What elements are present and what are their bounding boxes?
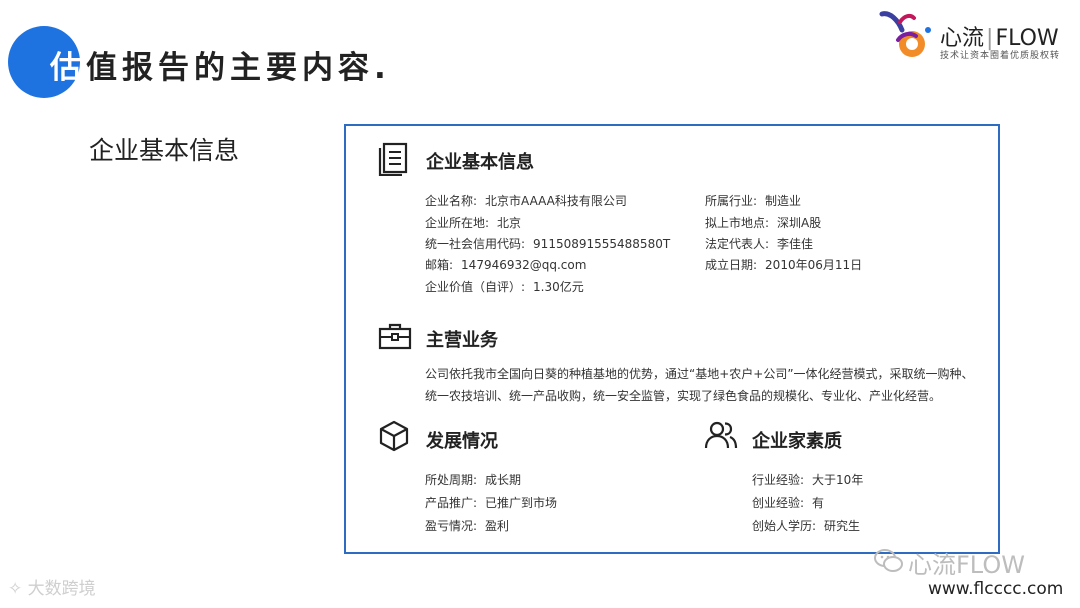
info-value: 147946932@qq.com (461, 258, 587, 272)
info-row: 行业经验: 大于10年 (752, 471, 863, 488)
info-value: 北京 (497, 216, 522, 230)
page-title-text: 估值报告的主要内容. (50, 42, 391, 87)
basic-info-title: 企业基本信息 (426, 152, 534, 173)
info-label: 邮箱: (425, 258, 454, 272)
info-row: 企业所在地: 北京 (425, 214, 521, 231)
wechat-watermark: 心流FLOW (908, 551, 1025, 579)
info-row: 统一社会信用代码: 91150891555488580T (425, 235, 670, 252)
info-row: 创始人学历: 研究生 (752, 517, 860, 534)
wechat-icon (874, 549, 903, 572)
info-row: 成立日期: 2010年06月11日 (705, 256, 862, 273)
title-first-char: 估 (50, 50, 86, 86)
info-row: 企业价值（自评）: 1.30亿元 (425, 278, 584, 295)
info-value: 有 (812, 496, 825, 510)
info-label: 企业名称: (425, 194, 478, 208)
info-row: 邮箱: 147946932@qq.com (425, 256, 586, 273)
business-title: 主营业务 (426, 330, 498, 351)
info-row: 拟上市地点: 深圳A股 (705, 214, 821, 231)
watermark-text: 大数跨境 (27, 579, 96, 599)
info-label: 行业经验: (752, 473, 805, 487)
info-value: 制造业 (765, 194, 802, 208)
info-label: 统一社会信用代码: (425, 237, 526, 251)
info-value: 盈利 (485, 519, 510, 533)
info-row: 法定代表人: 李佳佳 (705, 235, 813, 252)
info-label: 所属行业: (705, 194, 758, 208)
info-value: 1.30亿元 (533, 280, 584, 294)
cube-icon (379, 420, 409, 452)
info-label: 法定代表人: (705, 237, 770, 251)
info-value: 北京市AAAA科技有限公司 (485, 194, 627, 208)
info-value: 2010年06月11日 (765, 258, 863, 272)
title-rest: 值报告的主要内容. (86, 50, 391, 86)
brand-slogan: 技术让资本圈着优质股权转 (940, 51, 1061, 61)
development-title: 发展情况 (426, 431, 498, 452)
info-value: 大于10年 (812, 473, 864, 487)
info-value: 91150891555488580T (533, 237, 671, 251)
watermark-logo-icon: ✧ (8, 579, 28, 599)
info-row: 所属行业: 制造业 (705, 192, 801, 209)
info-label: 企业所在地: (425, 216, 490, 230)
info-label: 盈亏情况: (425, 519, 478, 533)
business-description: 公司依托我市全国向日葵的种植基地的优势，通过“基地+农户+公司”一体化经营模式，… (425, 367, 974, 403)
document-icon (378, 142, 408, 176)
info-row: 所处周期: 成长期 (425, 471, 521, 488)
users-icon (704, 421, 738, 449)
info-value: 成长期 (485, 473, 522, 487)
info-label: 创业经验: (752, 496, 805, 510)
info-value: 已推广到市场 (485, 496, 558, 510)
info-value: 研究生 (824, 519, 861, 533)
info-row: 盈亏情况: 盈利 (425, 517, 509, 534)
website-url: www.flcccc.com (928, 579, 1064, 599)
info-label: 产品推广: (425, 496, 478, 510)
info-value: 李佳佳 (777, 237, 814, 251)
info-label: 拟上市地点: (705, 216, 770, 230)
info-card: 企业基本信息 企业名称: 北京市AAAA科技有限公司 企业所在地: 北京 统一社会信… (344, 124, 1000, 554)
info-label: 所处周期: (425, 473, 478, 487)
info-row: 产品推广: 已推广到市场 (425, 494, 557, 511)
entrepreneur-title: 企业家素质 (752, 431, 842, 452)
info-label: 成立日期: (705, 258, 758, 272)
source-watermark: ✧ 大数跨境 (8, 574, 96, 599)
info-label: 企业价值（自评）: (425, 280, 526, 294)
info-label: 创始人学历: (752, 519, 817, 533)
page-title: 估值报告的主要内容. (8, 26, 528, 98)
info-row: 创业经验: 有 (752, 494, 824, 511)
brand-logo: 心流|FLOW 技术让资本圈着优质股权转 (876, 8, 1072, 64)
brand-logo-icon (879, 11, 931, 57)
briefcase-icon (378, 323, 412, 350)
info-value: 深圳A股 (777, 216, 822, 230)
section-label: 企业基本信息 (89, 136, 240, 165)
info-row: 企业名称: 北京市AAAA科技有限公司 (425, 192, 627, 209)
